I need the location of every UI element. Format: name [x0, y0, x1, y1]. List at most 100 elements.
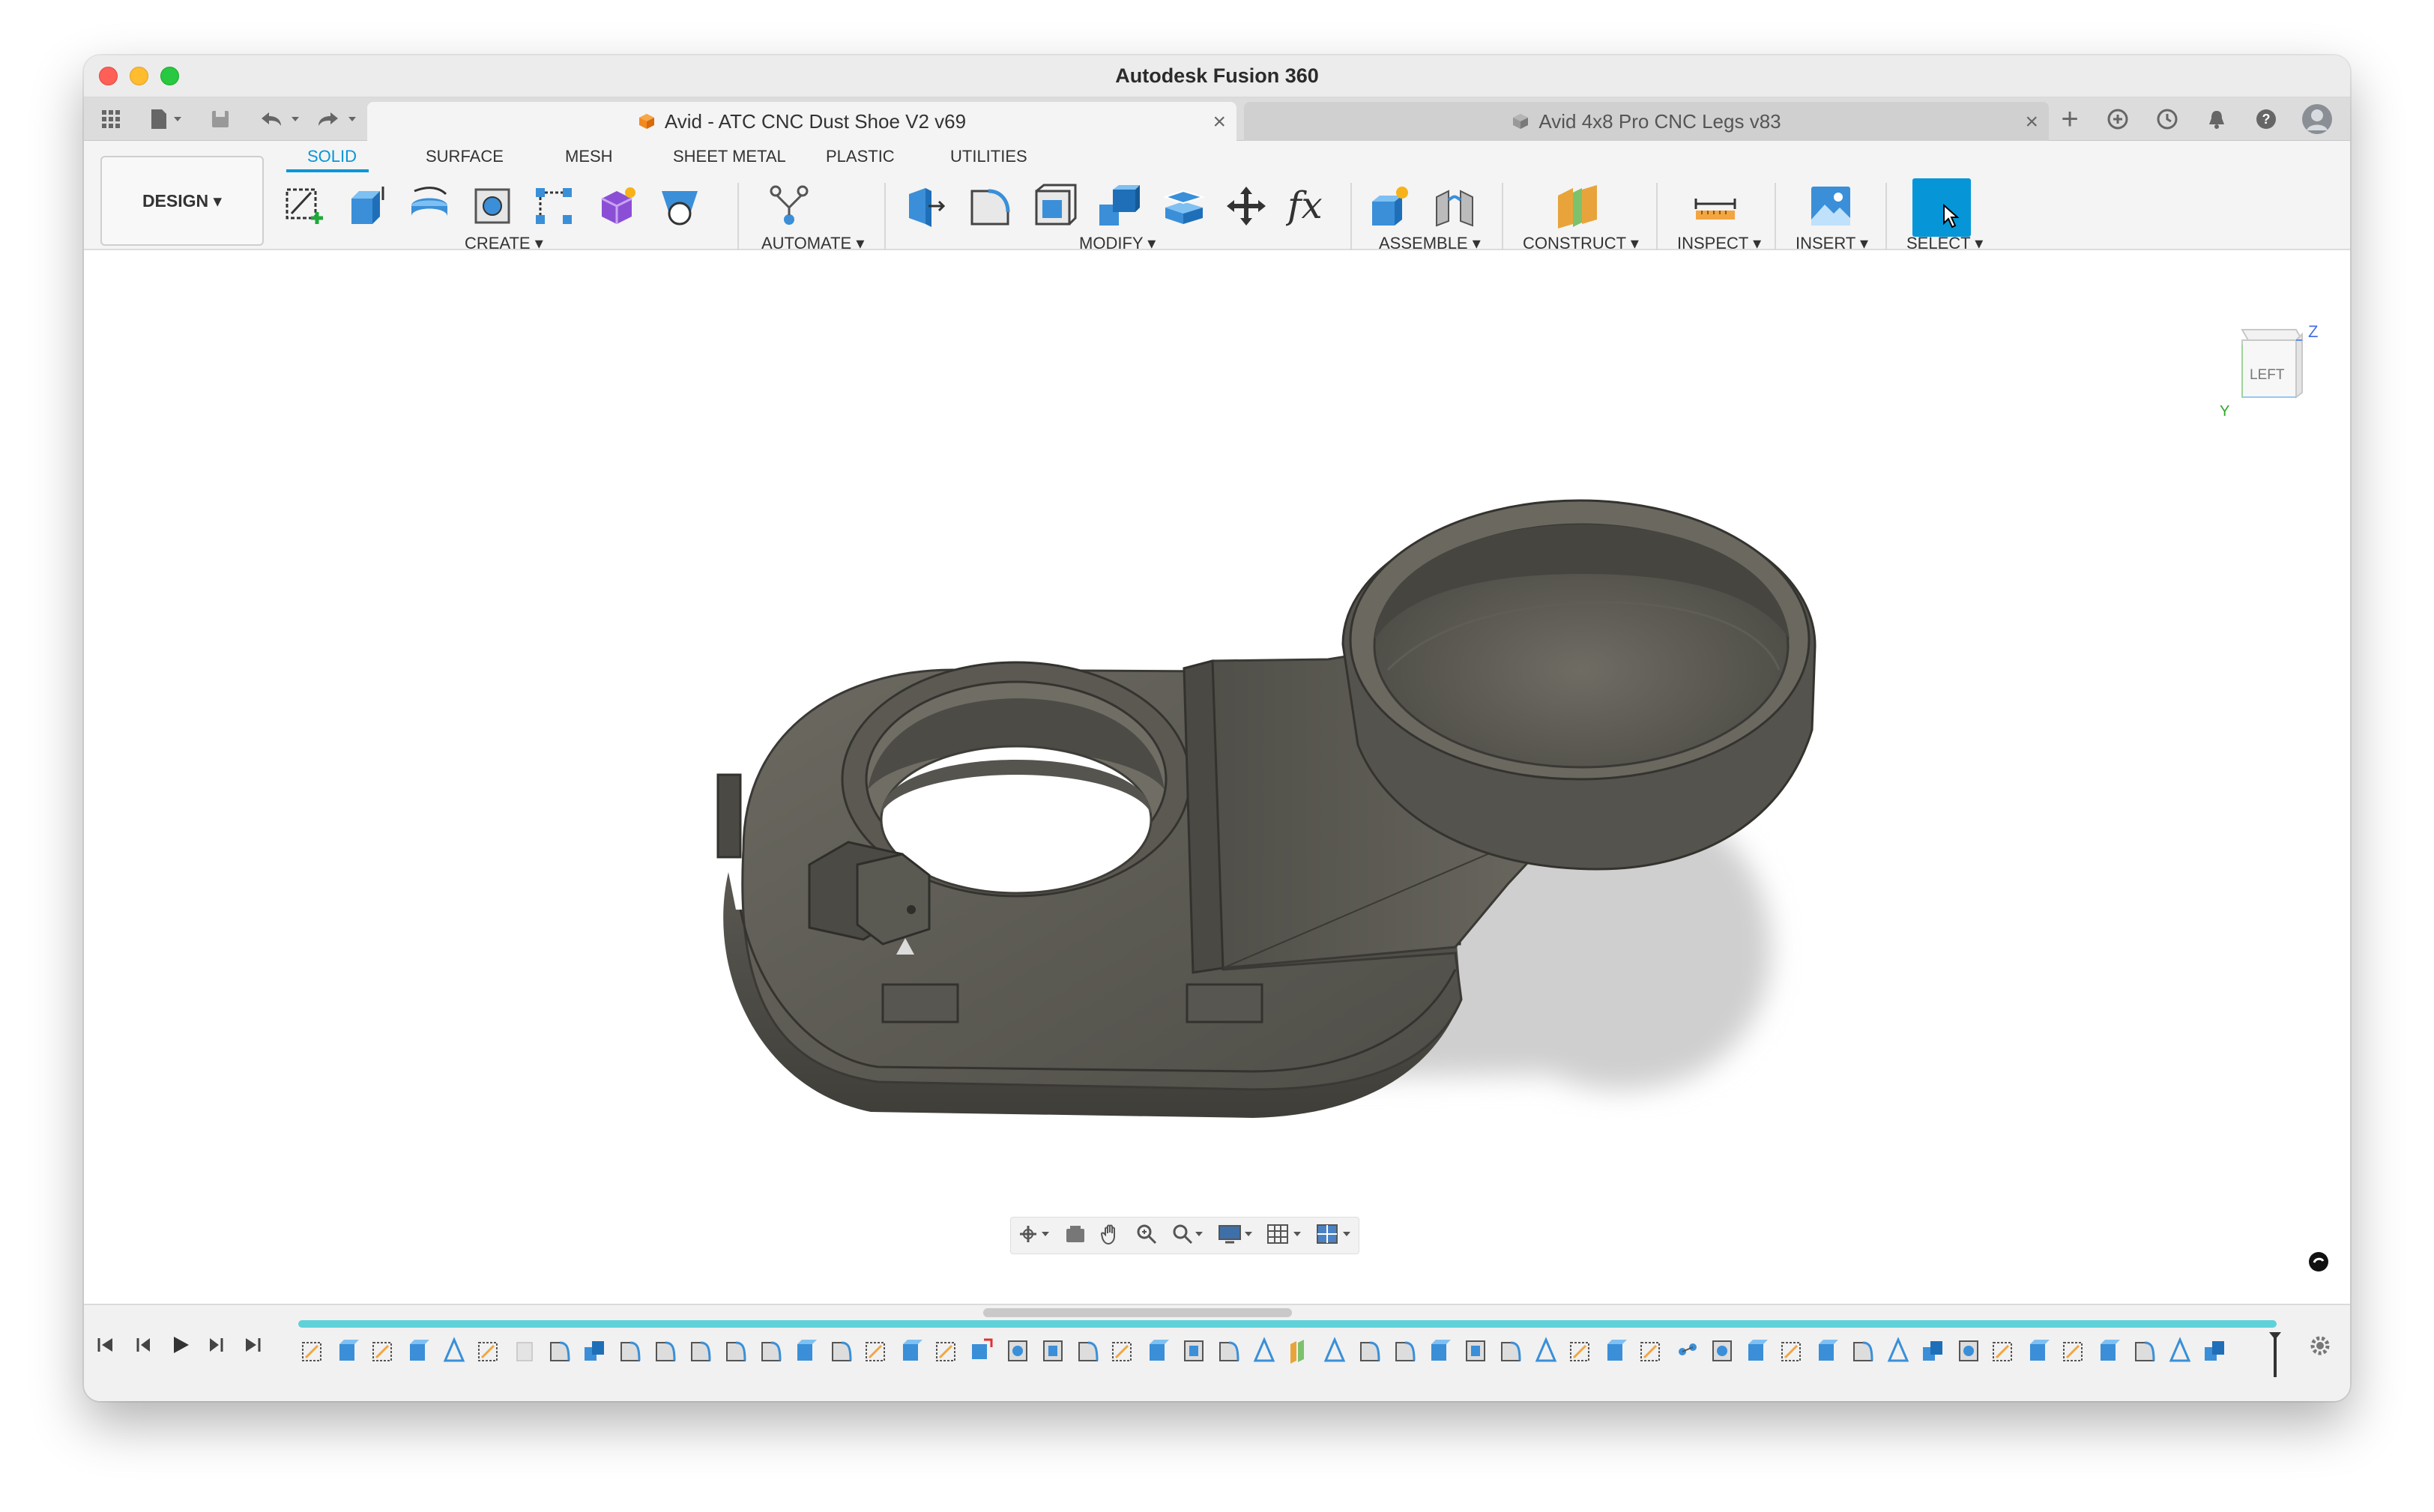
timeline-feature-fillet-icon[interactable] [691, 1341, 711, 1361]
grid-settings-icon[interactable] [1266, 1223, 1302, 1249]
timeline-feature-extrude-icon[interactable] [2030, 1340, 2050, 1361]
viewports-icon[interactable] [1316, 1223, 1352, 1249]
tab-solid[interactable]: SOLID [307, 147, 357, 166]
combine-icon[interactable] [1096, 183, 1142, 229]
timeline-feature-extrude-icon[interactable] [1819, 1340, 1838, 1361]
offset-face-icon[interactable] [1160, 183, 1207, 229]
timeline-feature-sketch-icon[interactable] [1781, 1342, 1801, 1361]
timeline-feature-shell-icon[interactable] [1466, 1340, 1485, 1361]
tab-plastic[interactable]: PLASTIC [826, 147, 895, 166]
timeline-feature-plane-icon[interactable] [1253, 1337, 1275, 1362]
timeline-feature-combine-icon[interactable] [1923, 1341, 1942, 1361]
close-window-button[interactable] [99, 67, 118, 85]
workspace-switcher-button[interactable]: DESIGN ▾ [100, 156, 264, 246]
timeline-feature-plane-icon[interactable] [2169, 1337, 2191, 1362]
derive-icon[interactable] [656, 183, 703, 229]
timeline-feature-sketch-icon[interactable] [866, 1342, 885, 1361]
timeline-feature-joint-icon[interactable] [1679, 1343, 1697, 1355]
timeline-feature-hole-icon[interactable] [1712, 1340, 1732, 1361]
timeline-last-icon[interactable] [241, 1334, 264, 1361]
timeline-feature-sketch-icon[interactable] [936, 1342, 955, 1361]
timeline-previous-icon[interactable] [132, 1334, 154, 1361]
zoom-icon[interactable] [1135, 1223, 1158, 1249]
timeline-feature-sketch-icon[interactable] [1640, 1342, 1660, 1361]
look-at-icon[interactable] [1064, 1223, 1087, 1249]
comments-icon[interactable] [2308, 1251, 2329, 1272]
timeline-feature-strip[interactable] [295, 1332, 2289, 1377]
minimize-window-button[interactable] [130, 67, 148, 85]
timeline-scrollbar[interactable] [983, 1308, 1292, 1317]
timeline-feature-construct-icon[interactable] [1290, 1340, 1304, 1364]
timeline-feature-sketch-icon[interactable] [1112, 1342, 1132, 1361]
tab-mesh[interactable]: MESH [565, 147, 613, 166]
display-settings-icon[interactable] [1218, 1223, 1254, 1249]
create-sketch-icon[interactable] [280, 183, 327, 229]
file-menu-icon[interactable] [142, 97, 189, 141]
timeline-feature-shell-icon[interactable] [1184, 1340, 1204, 1361]
timeline-feature-shell-icon[interactable] [1043, 1340, 1063, 1361]
view-cube[interactable]: LEFT Z Y [2212, 315, 2325, 427]
automate-icon[interactable] [766, 183, 812, 229]
timeline-feature-fillet-icon[interactable] [761, 1341, 782, 1361]
fit-zoom-icon[interactable] [1171, 1223, 1204, 1249]
revolve-icon[interactable] [406, 183, 453, 229]
timeline-feature-plane-icon[interactable] [443, 1337, 465, 1362]
timeline-feature-extrude-icon[interactable] [903, 1340, 922, 1361]
timeline-feature-fillet-icon[interactable] [2135, 1341, 2155, 1361]
timeline-feature-fillet-icon[interactable] [1219, 1341, 1239, 1361]
tab-utilities[interactable]: UTILITIES [950, 147, 1027, 166]
tab-inactive-document[interactable]: Avid 4x8 Pro CNC Legs v83 × [1244, 102, 2049, 141]
notifications-bell-icon[interactable] [2199, 97, 2235, 141]
timeline-feature-move-icon[interactable] [972, 1338, 993, 1359]
timeline-feature-fillet-icon[interactable] [620, 1341, 641, 1361]
timeline-feature-hole-icon[interactable] [1008, 1340, 1027, 1361]
help-icon[interactable]: ? [2248, 97, 2284, 141]
dust-shoe-model[interactable] [84, 250, 2350, 1304]
data-panel-grid-icon[interactable] [94, 97, 127, 141]
timeline-feature-sketch-icon[interactable] [372, 1342, 392, 1361]
timeline-feature-combine-icon[interactable] [2205, 1341, 2224, 1361]
insert-canvas-icon[interactable] [1808, 183, 1854, 229]
timeline-feature-sketch-icon[interactable] [302, 1342, 321, 1361]
timeline-feature-extrude-icon[interactable] [797, 1340, 817, 1361]
timeline-first-icon[interactable] [94, 1334, 117, 1361]
maximize-window-button[interactable] [160, 67, 179, 85]
select-tool-button[interactable] [1912, 178, 1971, 237]
timeline-feature-fillet-icon[interactable] [832, 1341, 852, 1361]
offset-plane-icon[interactable] [1554, 183, 1601, 229]
timeline-feature-extrude-icon[interactable] [2101, 1340, 2120, 1361]
tab-sheet-metal[interactable]: SHEET METAL [673, 147, 786, 166]
job-status-icon[interactable] [2149, 97, 2185, 141]
timeline-feature-plane-icon[interactable] [1535, 1337, 1557, 1362]
timeline-feature-sketch-icon[interactable] [478, 1342, 498, 1361]
tab-surface[interactable]: SURFACE [426, 147, 504, 166]
timeline-feature-fillet-icon[interactable] [550, 1341, 570, 1361]
timeline-feature-hole-icon[interactable] [1959, 1340, 1978, 1361]
timeline-feature-extrude-icon[interactable] [1607, 1340, 1627, 1361]
extensions-icon[interactable] [2100, 97, 2136, 141]
timeline-feature-fillet-icon[interactable] [1078, 1341, 1099, 1361]
measure-icon[interactable] [1692, 183, 1739, 229]
timeline-feature-sketch-icon[interactable] [1993, 1342, 2012, 1361]
user-avatar[interactable] [2298, 97, 2337, 141]
parameters-fx-icon[interactable]: fx [1286, 183, 1332, 229]
orbit-icon[interactable] [1018, 1223, 1051, 1249]
timeline-feature-fillet-icon[interactable] [1853, 1341, 1873, 1361]
pan-hand-icon[interactable] [1099, 1223, 1122, 1249]
timeline-feature-blank-icon[interactable] [516, 1342, 533, 1361]
timeline-play-icon[interactable] [169, 1334, 192, 1361]
fillet-icon[interactable] [967, 183, 1013, 229]
timeline-feature-fillet-icon[interactable] [1501, 1341, 1521, 1361]
timeline-feature-fillet-icon[interactable] [1395, 1341, 1416, 1361]
3d-viewport[interactable]: LEFT Z Y [84, 250, 2350, 1304]
timeline-feature-fillet-icon[interactable] [1360, 1341, 1380, 1361]
extrude-icon[interactable] [343, 183, 390, 229]
press-pull-icon[interactable] [902, 183, 949, 229]
hole-icon[interactable] [469, 183, 516, 229]
timeline-feature-sketch-icon[interactable] [2063, 1342, 2083, 1361]
timeline-feature-extrude-icon[interactable] [1748, 1340, 1768, 1361]
joint-icon[interactable] [1431, 183, 1478, 229]
new-tab-icon[interactable]: + [2052, 97, 2088, 141]
timeline-feature-plane-icon[interactable] [1887, 1337, 1909, 1362]
timeline-feature-extrude-icon[interactable] [410, 1340, 429, 1361]
